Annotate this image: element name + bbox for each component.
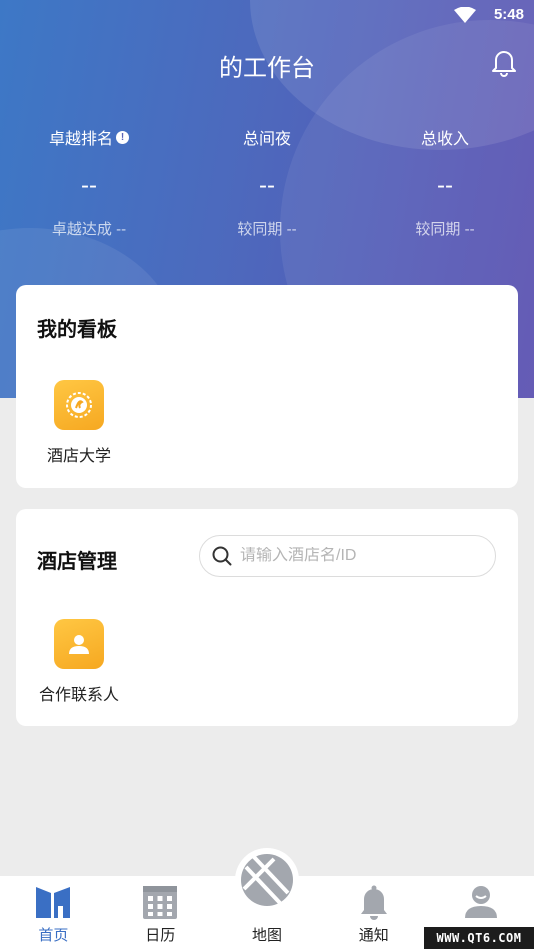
stat-total-revenue[interactable]: 总收入 -- 较同期 --: [356, 126, 534, 239]
stat-room-nights[interactable]: 总间夜 -- 较同期 --: [178, 126, 356, 239]
hotel-management-card: 酒店管理 合作联系人: [16, 509, 518, 726]
stat-label: 总收入: [420, 131, 469, 148]
contact-person-icon: [54, 619, 104, 669]
dashboard-title: 我的看板: [37, 319, 117, 341]
stat-label: 总间夜: [242, 131, 291, 148]
tab-label: 地图: [251, 927, 282, 944]
profile-icon: [464, 886, 497, 918]
info-icon[interactable]: !: [116, 130, 129, 144]
tab-label: 通知: [358, 927, 389, 944]
wifi-icon: [454, 7, 476, 23]
tab-label: 首页: [38, 927, 69, 944]
watermark: WWW.QT6.COM: [424, 927, 534, 949]
app-contact-person[interactable]: 合作联系人: [24, 619, 134, 705]
tab-calendar[interactable]: 日历: [107, 876, 214, 949]
search-icon: [212, 546, 232, 566]
university-badge-icon: [54, 380, 104, 430]
stat-sub: 较同期 --: [415, 221, 475, 238]
status-time: 5:48: [493, 6, 524, 23]
stat-label: 卓越排名: [48, 131, 113, 148]
status-bar: 5:48: [0, 0, 534, 30]
notification-bell-icon[interactable]: [490, 47, 518, 77]
tab-label: 日历: [145, 927, 176, 944]
map-icon: [241, 854, 293, 906]
app-label: 合作联系人: [38, 687, 119, 704]
stat-sub: 较同期 --: [237, 221, 297, 238]
home-icon: [36, 887, 71, 918]
bell-icon: [360, 885, 387, 920]
stat-sub: 卓越达成 --: [51, 221, 127, 238]
page-title: 的工作台: [219, 55, 315, 82]
app-label: 酒店大学: [46, 448, 111, 465]
hotel-search-box[interactable]: [199, 535, 496, 577]
tab-notifications[interactable]: 通知: [320, 876, 427, 949]
stat-label-wrap: 总收入: [356, 126, 534, 148]
stats-row: 卓越排名 ! -- 卓越达成 -- 总间夜 -- 较同期 -- 总收入 -- 较…: [0, 126, 534, 246]
stat-label-wrap: 总间夜: [178, 126, 356, 148]
stat-value: --: [81, 172, 97, 199]
stat-value: --: [259, 172, 275, 199]
hotel-search-input[interactable]: [240, 547, 470, 565]
tab-home[interactable]: 首页: [0, 876, 107, 949]
hotel-management-title: 酒店管理: [37, 551, 117, 573]
stat-label-wrap: 卓越排名 !: [0, 126, 178, 148]
stat-excellence-rank[interactable]: 卓越排名 ! -- 卓越达成 --: [0, 126, 178, 239]
stat-value: --: [437, 172, 453, 199]
app-hotel-university[interactable]: 酒店大学: [24, 380, 134, 466]
map-button[interactable]: [235, 848, 299, 912]
calendar-icon: [143, 886, 178, 919]
dashboard-card: 我的看板 酒店大学: [16, 285, 518, 488]
